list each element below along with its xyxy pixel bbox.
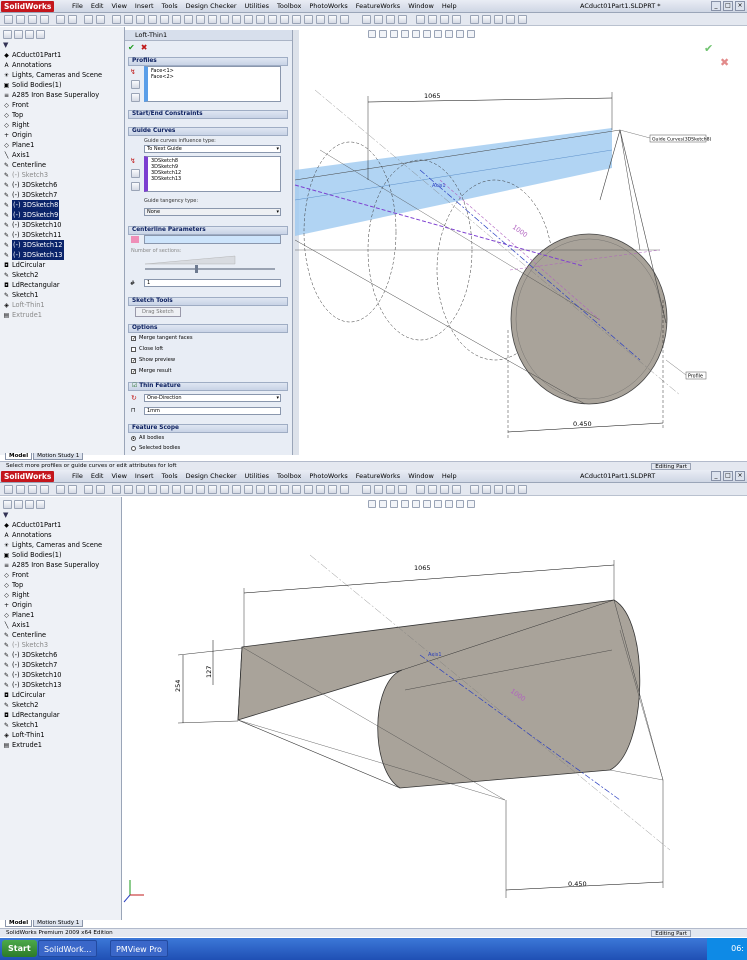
tab-model[interactable]: Model bbox=[5, 920, 33, 927]
extension-line bbox=[177, 647, 243, 656]
dimension-1065[interactable]: 1065 bbox=[424, 92, 441, 100]
dimension-127[interactable]: 127 bbox=[205, 666, 213, 678]
tab-model[interactable]: Model bbox=[5, 453, 33, 460]
body-edge bbox=[237, 719, 401, 789]
status-message: SolidWorks Premium 2009 x64 Edition bbox=[6, 930, 113, 936]
dimension-0450[interactable]: 0.450 bbox=[573, 420, 592, 428]
solidworks-window-bottom: SolidWorks File Edit View Insert Tools D… bbox=[0, 470, 747, 938]
construction-line bbox=[609, 769, 664, 781]
graphics-area-loft-result[interactable]: 1065 254 127 0.450 1000 Axis1 bbox=[0, 470, 747, 938]
status-mode: Editing Part bbox=[651, 930, 691, 937]
status-message: Select more profiles or guide curves or … bbox=[6, 463, 177, 469]
loft-preview-surface bbox=[295, 128, 612, 236]
guide-edge bbox=[619, 129, 641, 251]
extension-line bbox=[177, 720, 239, 724]
solidworks-window-top: SolidWorks File Edit View Insert Tools D… bbox=[0, 0, 747, 470]
taskbar-solidworks[interactable]: SolidWork... bbox=[38, 940, 98, 957]
taskbar-pmview[interactable]: PMView Pro bbox=[110, 940, 168, 957]
dimension-line bbox=[367, 97, 613, 103]
dimension-1065[interactable]: 1065 bbox=[414, 564, 431, 572]
graphics-area-loft-preview[interactable]: 1065 0.450 1000 Guide Curves(3DSketch8) … bbox=[0, 0, 747, 470]
dimension-254[interactable]: 254 bbox=[174, 680, 182, 692]
windows-taskbar: Start SolidWork... PMView Pro 06: bbox=[0, 938, 747, 960]
dimension-1000[interactable]: 1000 bbox=[511, 223, 529, 239]
triad-z bbox=[123, 894, 131, 903]
callout-leader bbox=[665, 359, 687, 376]
status-bar: Select more profiles or guide curves or … bbox=[0, 461, 747, 470]
tab-motion-study[interactable]: Motion Study 1 bbox=[33, 453, 84, 460]
profile-callout[interactable]: Profile bbox=[688, 374, 703, 380]
status-mode: Editing Part bbox=[651, 463, 691, 470]
axis-tag: Axis1 bbox=[428, 652, 442, 658]
status-bar: SolidWorks Premium 2009 x64 Edition Edit… bbox=[0, 928, 747, 937]
axis-tag: Axis1 bbox=[432, 183, 446, 189]
dimension-0450[interactable]: 0.450 bbox=[568, 880, 587, 888]
system-clock: 06: bbox=[707, 938, 747, 960]
start-button[interactable]: Start bbox=[2, 940, 37, 957]
loft-solid-body[interactable] bbox=[237, 599, 641, 789]
model-tabs: Model Motion Study 1 bbox=[5, 453, 84, 460]
callout-leader bbox=[619, 129, 651, 139]
tab-motion-study[interactable]: Motion Study 1 bbox=[33, 920, 84, 927]
model-tabs: Model Motion Study 1 bbox=[5, 920, 84, 927]
guide-callout[interactable]: Guide Curves(3DSketch8) bbox=[652, 137, 712, 143]
